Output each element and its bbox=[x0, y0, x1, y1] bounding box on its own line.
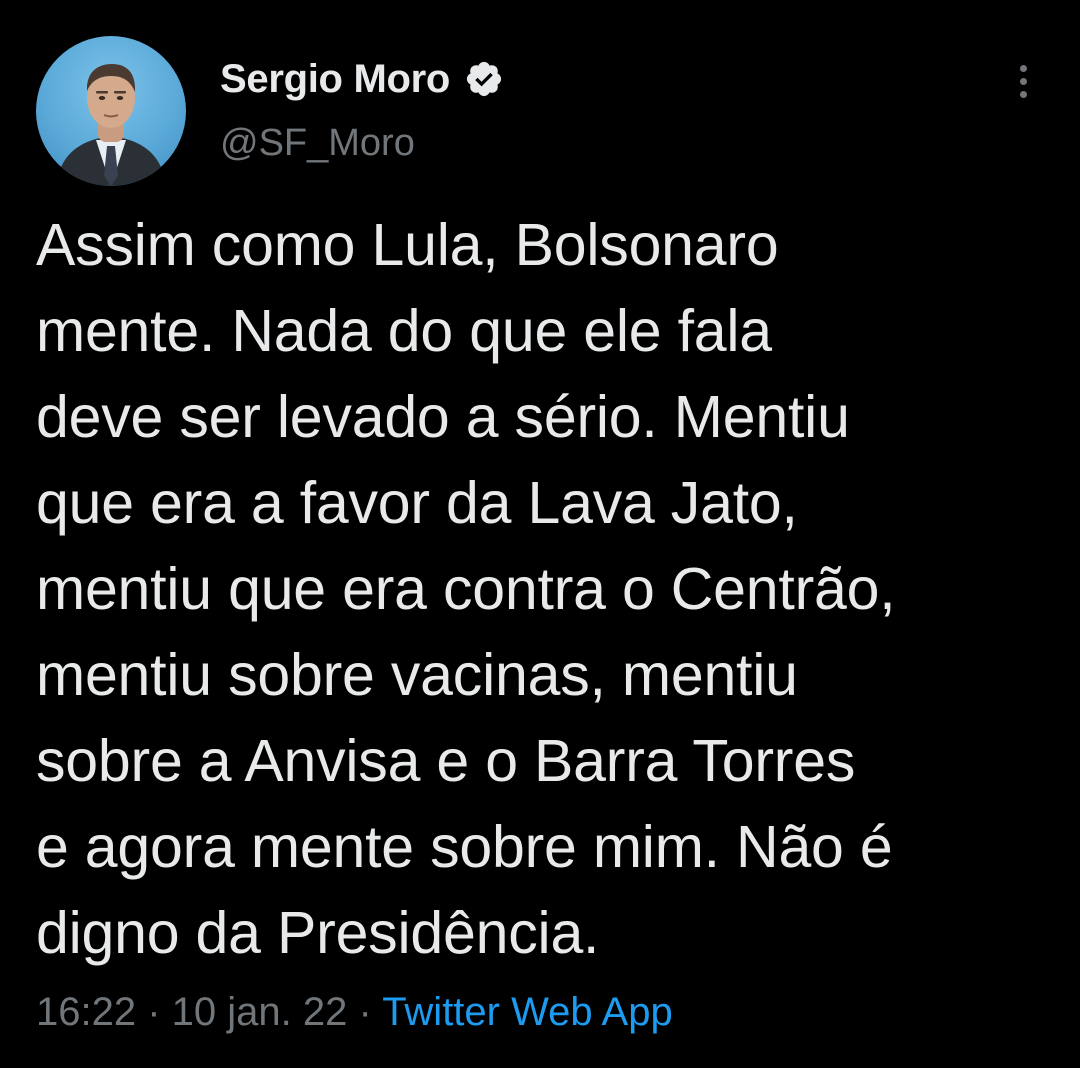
display-name[interactable]: Sergio Moro bbox=[220, 57, 450, 102]
tweet-text-line: sobre a Anvisa e o Barra Torres bbox=[36, 728, 856, 794]
tweet-text-line: e agora mente sobre mim. Não é bbox=[36, 814, 893, 880]
avatar[interactable] bbox=[36, 36, 186, 186]
tweet-source-link[interactable]: Twitter Web App bbox=[382, 990, 673, 1034]
tweet-text-line: que era a favor da Lava Jato, bbox=[36, 470, 798, 536]
dot bbox=[1019, 90, 1027, 98]
tweet-date[interactable]: 10 jan. 22 bbox=[172, 990, 348, 1034]
meta-separator: · bbox=[347, 990, 383, 1034]
verified-badge-icon bbox=[464, 59, 504, 99]
tweet-text-line: deve ser levado a sério. Mentiu bbox=[36, 384, 850, 450]
profile-photo-icon bbox=[56, 64, 166, 186]
more-options-icon[interactable] bbox=[1000, 56, 1046, 106]
tweet-text-line: mente. Nada do que ele fala bbox=[36, 298, 772, 364]
dot bbox=[1019, 64, 1027, 72]
tweet-time[interactable]: 16:22 bbox=[36, 990, 136, 1034]
author-handle[interactable]: @SF_Moro bbox=[220, 122, 415, 165]
tweet-text-line: mentiu que era contra o Centrão, bbox=[36, 556, 896, 622]
dot bbox=[1019, 77, 1027, 85]
meta-separator: · bbox=[136, 990, 172, 1034]
author-name-row: Sergio Moro bbox=[220, 54, 504, 104]
tweet-card: Sergio Moro @SF_Moro Assim como Lula, Bo… bbox=[0, 0, 1080, 1068]
tweet-text-line: mentiu sobre vacinas, mentiu bbox=[36, 642, 798, 708]
tweet-text-line: Assim como Lula, Bolsonaro bbox=[36, 212, 779, 278]
tweet-text-line: digno da Presidência. bbox=[36, 900, 600, 966]
tweet-text: Assim como Lula, Bolsonaro mente. Nada d… bbox=[36, 202, 1046, 976]
tweet-metadata: 16:22 · 10 jan. 22 · Twitter Web App bbox=[36, 990, 673, 1035]
